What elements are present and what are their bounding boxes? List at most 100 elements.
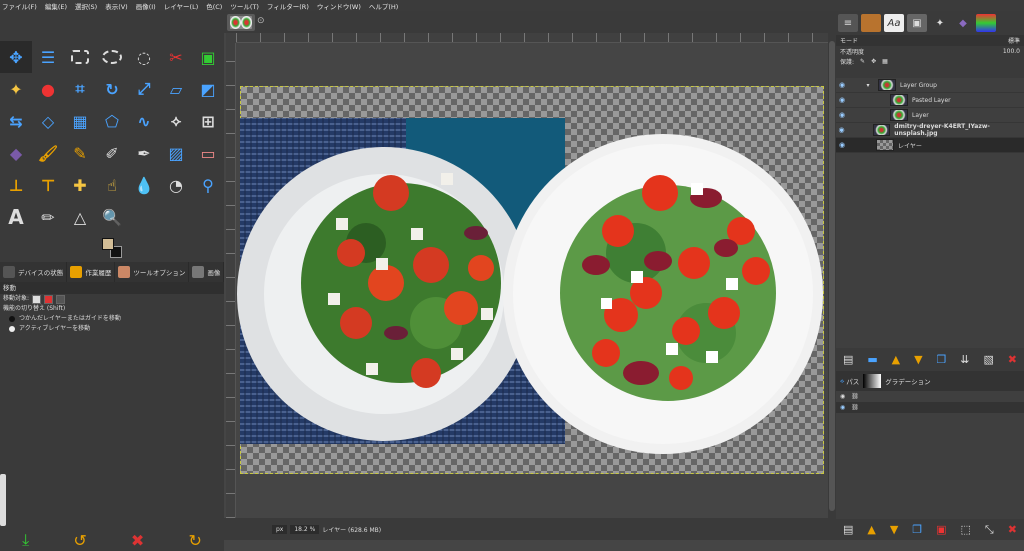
reset-options-icon[interactable]: ↻ bbox=[188, 531, 201, 550]
duplicate-layer-icon[interactable]: ❐ bbox=[936, 353, 946, 366]
tab-undo-history[interactable]: 作業履歴 bbox=[67, 262, 116, 282]
layer-row[interactable]: ◉ レイヤー bbox=[836, 138, 1024, 153]
tab-paths[interactable]: パス bbox=[846, 376, 859, 386]
visibility-eye-icon[interactable]: ◉ bbox=[836, 111, 848, 119]
mask-layer-icon[interactable]: ▧ bbox=[983, 353, 993, 366]
fg-bg-colors[interactable] bbox=[100, 236, 126, 260]
gradient-tab-icon[interactable] bbox=[863, 374, 882, 388]
color-picker-icon[interactable]: ⚲ bbox=[192, 169, 224, 201]
menu-tools[interactable]: ツール(T) bbox=[230, 1, 259, 11]
visibility-eye-icon[interactable]: ◉ bbox=[836, 81, 848, 89]
move-selection-toggle[interactable] bbox=[44, 294, 54, 304]
unit-select[interactable]: px bbox=[272, 524, 288, 534]
paintbrush-icon[interactable]: 🖌 bbox=[32, 137, 64, 169]
fuzzy-select-icon[interactable]: ✦ bbox=[0, 73, 32, 105]
flip-icon[interactable]: ◩ bbox=[192, 73, 224, 105]
foreground-select-icon[interactable]: ▣ bbox=[192, 41, 224, 73]
lower-path-icon[interactable]: ▼ bbox=[890, 523, 898, 536]
collapse-toggle-icon[interactable]: ▾ bbox=[858, 82, 878, 89]
image-canvas[interactable] bbox=[236, 43, 828, 518]
path-to-selection-icon[interactable]: ▣ bbox=[936, 523, 946, 536]
image-tab[interactable] bbox=[227, 14, 255, 31]
lock-position-icon[interactable]: ✥ bbox=[871, 58, 876, 65]
scissors-icon[interactable]: ✂ bbox=[160, 41, 192, 73]
mode-select[interactable]: 標準 bbox=[1008, 36, 1020, 45]
color-select-icon[interactable]: ● bbox=[32, 73, 64, 105]
move-layer-toggle[interactable] bbox=[32, 294, 42, 304]
smudge-icon[interactable]: ☝ bbox=[96, 169, 128, 201]
canvas-scrollbar[interactable] bbox=[828, 33, 836, 518]
lock-pixels-icon[interactable]: ✎ bbox=[860, 58, 865, 65]
palette-tab-icon[interactable] bbox=[976, 14, 996, 32]
text-tool-small-icon[interactable]: ⊞ bbox=[192, 105, 224, 137]
tab-device-status[interactable]: デバイスの状態 bbox=[0, 262, 68, 282]
visibility-eye-icon[interactable]: ◉ bbox=[836, 96, 848, 104]
visibility-eye-icon[interactable]: ◉ bbox=[836, 126, 847, 134]
ellipse-select-icon[interactable] bbox=[96, 41, 128, 73]
heal-icon[interactable]: ⊤ bbox=[32, 169, 64, 201]
measure-icon[interactable]: △ bbox=[64, 201, 96, 233]
gradient-shape-icon[interactable]: ◆ bbox=[0, 137, 32, 169]
new-layer-icon[interactable]: ▤ bbox=[843, 353, 853, 366]
menu-filters[interactable]: フィルター(R) bbox=[267, 1, 309, 11]
delete-path-icon[interactable]: ✖ bbox=[1008, 523, 1017, 536]
close-icon[interactable]: ⊙ bbox=[257, 16, 265, 26]
merge-layer-icon[interactable]: ⇊ bbox=[960, 353, 969, 366]
lower-layer-icon[interactable]: ▼ bbox=[914, 353, 922, 366]
path-row[interactable]: ◉ ⛓ bbox=[836, 402, 1024, 413]
zoom-select[interactable]: 18.2 % bbox=[290, 524, 320, 534]
zoom-icon[interactable]: 🔍 bbox=[96, 201, 128, 233]
crop-icon[interactable]: ⌗ bbox=[64, 73, 96, 105]
airbrush-icon[interactable]: ✐ bbox=[96, 137, 128, 169]
brush-tab-icon[interactable]: ✦ bbox=[930, 14, 950, 32]
save-options-icon[interactable]: ⤓ bbox=[22, 530, 29, 550]
visibility-eye-icon[interactable]: ◉ bbox=[840, 404, 845, 411]
link-chain-icon[interactable]: ⛓ bbox=[851, 393, 859, 400]
move-path-toggle[interactable] bbox=[56, 294, 66, 304]
lock-alpha-icon[interactable]: ▦ bbox=[882, 58, 888, 65]
dynamics-tab-icon[interactable]: ◆ bbox=[953, 14, 973, 32]
option-pick-radio[interactable] bbox=[9, 316, 15, 322]
panel-scroll-handle[interactable] bbox=[0, 474, 6, 526]
perspective-icon[interactable]: ◇ bbox=[32, 105, 64, 137]
menu-view[interactable]: 表示(V) bbox=[105, 1, 128, 11]
rotate-icon[interactable]: ↻ bbox=[96, 73, 128, 105]
layer-row[interactable]: ◉ dmitry-dreyer-K4ERT_IYazw-unsplash.jpg bbox=[836, 123, 1024, 138]
align-tool-icon[interactable]: ☰ bbox=[32, 41, 64, 73]
pencil-icon[interactable]: ✎ bbox=[64, 137, 96, 169]
menu-file[interactable]: ファイル(F) bbox=[2, 1, 37, 11]
blur-icon[interactable]: 💧 bbox=[128, 169, 160, 201]
delete-layer-icon[interactable]: ✖ bbox=[1008, 353, 1017, 366]
mypaint-brush-icon[interactable]: ▨ bbox=[160, 137, 192, 169]
menu-image[interactable]: 画像(I) bbox=[136, 1, 156, 11]
paths-tool-icon[interactable]: ⟡ bbox=[160, 105, 192, 137]
picker-pen-icon[interactable]: ✏ bbox=[32, 201, 64, 233]
tab-tool-options[interactable]: ツールオプション bbox=[115, 262, 190, 282]
menu-select[interactable]: 選択(S) bbox=[75, 1, 97, 11]
menu-icon[interactable]: ≡ bbox=[838, 14, 858, 32]
unified-transform-icon[interactable]: ▦ bbox=[64, 105, 96, 137]
move-tool-icon[interactable]: ✥ bbox=[0, 41, 32, 73]
dodge-burn-icon[interactable]: ◔ bbox=[160, 169, 192, 201]
visibility-eye-icon[interactable]: ◉ bbox=[840, 393, 845, 400]
new-path-icon[interactable]: ▤ bbox=[843, 523, 853, 536]
font-tab-icon[interactable]: Aa bbox=[884, 14, 904, 32]
layer-row[interactable]: ◉ Pasted Layer bbox=[836, 93, 1024, 108]
stroke-path-icon[interactable]: ⤡ bbox=[985, 523, 994, 537]
mode-row[interactable]: モード 標準 bbox=[836, 35, 1024, 46]
option-pick-row[interactable]: つかんだレイヤーまたはガイドを移動 bbox=[0, 314, 224, 324]
menu-edit[interactable]: 編集(E) bbox=[45, 1, 67, 11]
layer-row[interactable]: ◉ ▾ Layer Group bbox=[836, 78, 1024, 93]
menu-windows[interactable]: ウィンドウ(W) bbox=[317, 1, 361, 11]
foreground-color-swatch[interactable] bbox=[102, 238, 114, 250]
bandage-icon[interactable]: ✚ bbox=[64, 169, 96, 201]
ink-icon[interactable]: ✒ bbox=[128, 137, 160, 169]
ruler-corner[interactable] bbox=[226, 33, 236, 43]
cage-transform-icon[interactable]: ⬠ bbox=[96, 105, 128, 137]
vertical-ruler[interactable] bbox=[226, 43, 236, 518]
new-group-icon[interactable]: ▬ bbox=[867, 353, 877, 366]
menu-layer[interactable]: レイヤー(L) bbox=[164, 1, 199, 11]
tab-images[interactable]: 画像 bbox=[189, 262, 225, 282]
layer-row[interactable]: ◉ Layer bbox=[836, 108, 1024, 123]
link-chain-icon[interactable]: ⛓ bbox=[851, 404, 859, 411]
